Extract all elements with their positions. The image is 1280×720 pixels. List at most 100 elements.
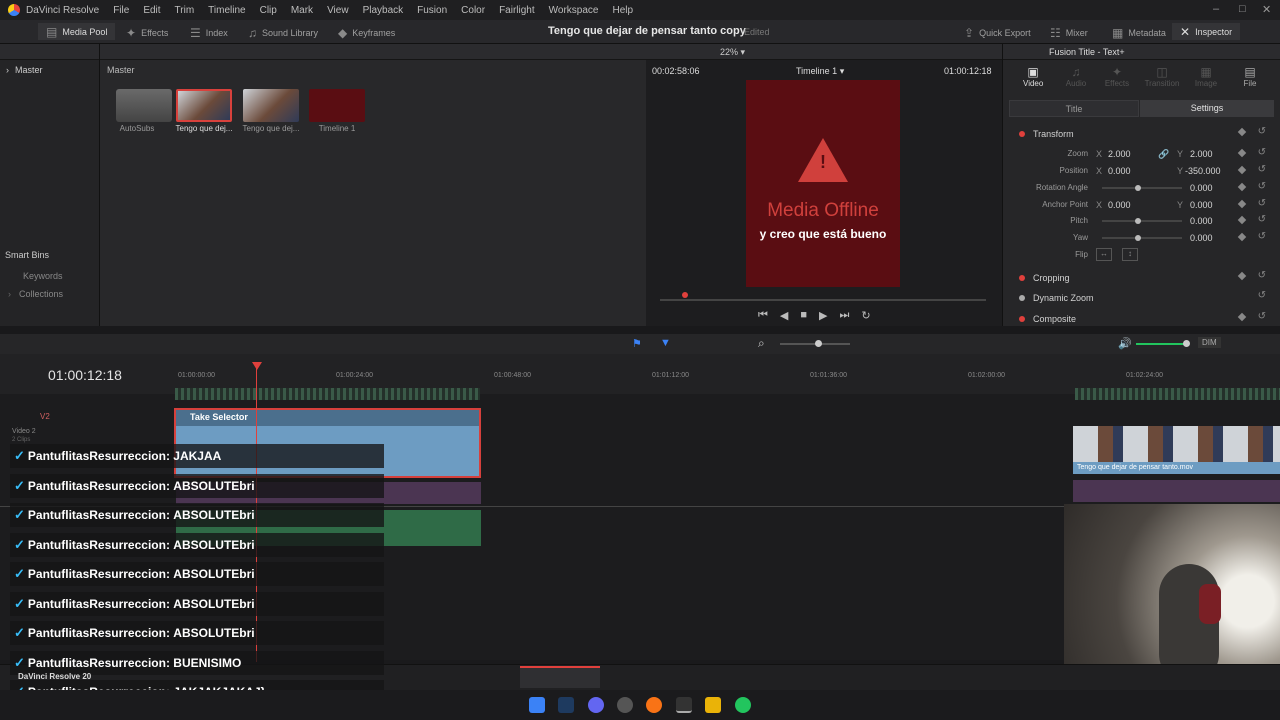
keyframe-icon[interactable] [1237,312,1247,322]
menu-mark[interactable]: Mark [284,5,320,16]
reset-icon[interactable]: ↺ [1258,231,1266,242]
dynamic-zoom-section[interactable]: Dynamic Zoom ↺ [1002,289,1280,307]
slider-handle[interactable] [1135,218,1141,224]
menu-view[interactable]: View [320,5,356,16]
folder-icon[interactable] [116,89,172,122]
dim-button[interactable]: DIM [1198,337,1221,348]
close-icon[interactable]: ✕ [1262,3,1271,16]
yaw-slider[interactable] [1102,237,1182,239]
speaker-icon[interactable]: 🔊 [1118,337,1132,350]
quick-export-button[interactable]: ⇪ Quick Export [964,26,1031,40]
video-clip[interactable]: Tengo que dejar de pensar tanto.mov [1073,426,1280,474]
discord-icon[interactable] [588,697,604,713]
anchor-y-field[interactable]: 0.000 [1190,200,1213,210]
menu-edit[interactable]: Edit [136,5,167,16]
tab-image[interactable]: ▦ Image [1193,65,1219,88]
chrome-icon[interactable] [617,697,633,713]
steam-icon[interactable] [558,697,574,713]
inspector-button[interactable]: ✕ Inspector [1172,23,1241,40]
menu-clip[interactable]: Clip [253,5,284,16]
menu-workspace[interactable]: Workspace [542,5,606,16]
master-bin[interactable]: › Master [6,65,43,75]
skip-end-icon[interactable]: ⏭ [840,309,850,322]
reset-icon[interactable]: ↺ [1258,126,1266,137]
playhead-marker[interactable] [252,362,262,370]
flag-icon[interactable]: ⚑ [632,337,642,350]
keyframes-button[interactable]: ◆ Keyframes [338,26,395,40]
mixer-button[interactable]: ☷ Mixer [1050,26,1088,40]
windows-start-icon[interactable] [529,697,545,713]
tab-file[interactable]: ▤ File [1240,65,1260,88]
menu-fusion[interactable]: Fusion [410,5,454,16]
keyframe-icon[interactable] [1237,165,1247,175]
reset-icon[interactable]: ↺ [1258,147,1266,158]
edit-page-tab[interactable] [520,666,600,688]
keyframe-icon[interactable] [1237,127,1247,137]
media-pool-button[interactable]: ▤ Media Pool [38,23,116,40]
collections-bin[interactable]: › Collections [8,289,63,299]
reset-icon[interactable]: ↺ [1258,164,1266,175]
flip-horizontal-icon[interactable]: ↔ [1096,248,1112,261]
tab-video[interactable]: ▣ Video [1023,65,1043,88]
slider-handle[interactable] [1135,185,1141,191]
pitch-slider[interactable] [1102,220,1182,222]
pitch-field[interactable]: 0.000 [1190,216,1213,226]
play-icon[interactable]: ▶ [819,309,827,322]
reset-icon[interactable]: ↺ [1258,270,1266,281]
flip-vertical-icon[interactable]: ↕ [1122,248,1138,261]
enable-dot-icon[interactable] [1019,131,1025,137]
timeline-thumbnail[interactable] [309,89,365,122]
timeline-selector[interactable]: Timeline 1 ▾ [796,66,844,77]
cropping-section[interactable]: Cropping ↺ [1002,269,1280,287]
zoom-y-field[interactable]: 2.000 [1190,149,1213,159]
slider-handle[interactable] [1183,340,1190,347]
link-icon[interactable]: 🔗 [1158,149,1169,160]
anchor-x-field[interactable]: 0.000 [1108,200,1131,210]
keyframe-icon[interactable] [1237,199,1247,209]
minimize-icon[interactable]: – [1213,3,1219,15]
playhead-handle[interactable] [682,292,688,298]
reset-icon[interactable]: ↺ [1258,198,1266,209]
keyframe-icon[interactable] [1237,215,1247,225]
loop-icon[interactable]: ↻ [861,309,870,322]
keyframe-icon[interactable] [1237,148,1247,158]
tab-effects[interactable]: ✦ Effects [1103,65,1131,88]
slider-handle[interactable] [815,340,822,347]
menu-fairlight[interactable]: Fairlight [492,5,542,16]
subtab-title[interactable]: Title [1009,100,1139,117]
zoom-icon[interactable]: ⌕ [758,336,765,351]
menu-file[interactable]: File [106,5,136,16]
rotation-slider[interactable] [1102,187,1182,189]
transform-section[interactable]: Transform ↺ [1002,125,1280,143]
keywords-bin[interactable]: Keywords [23,271,63,281]
file-explorer-icon[interactable] [705,697,721,713]
skip-start-icon[interactable]: ⏮ [758,309,768,322]
stop-icon[interactable]: ■ [800,309,807,322]
reset-icon[interactable]: ↺ [1258,181,1266,192]
marker-icon[interactable]: ▼ [660,337,671,349]
zoom-x-field[interactable]: 2.000 [1108,149,1131,159]
volume-slider[interactable] [1136,343,1188,345]
menu-timeline[interactable]: Timeline [201,5,252,16]
maximize-icon[interactable]: □ [1239,3,1246,15]
clip-thumbnail[interactable] [176,89,232,122]
position-y-field[interactable]: -350.000 [1185,166,1221,176]
viewer-scrubber[interactable] [660,299,986,301]
slider-handle[interactable] [1135,235,1141,241]
enable-dot-icon[interactable] [1019,275,1025,281]
reset-icon[interactable]: ↺ [1258,290,1266,301]
index-button[interactable]: ☰ Index [190,26,228,40]
zoom-level[interactable]: 22% ▾ [720,47,745,58]
reset-icon[interactable]: ↺ [1258,311,1266,322]
tab-transition[interactable]: ◫ Transition [1143,65,1181,88]
menu-help[interactable]: Help [605,5,640,16]
davinci-taskbar-icon[interactable] [676,697,692,713]
yaw-field[interactable]: 0.000 [1190,233,1213,243]
tab-audio[interactable]: ♫ Audio [1065,65,1087,88]
keyframe-icon[interactable] [1237,232,1247,242]
effects-button[interactable]: ✦ Effects [126,26,168,40]
enable-dot-icon[interactable] [1019,316,1025,322]
step-back-icon[interactable]: ◀ [780,309,788,322]
rotation-field[interactable]: 0.000 [1190,183,1213,193]
subtab-settings[interactable]: Settings [1140,100,1274,117]
